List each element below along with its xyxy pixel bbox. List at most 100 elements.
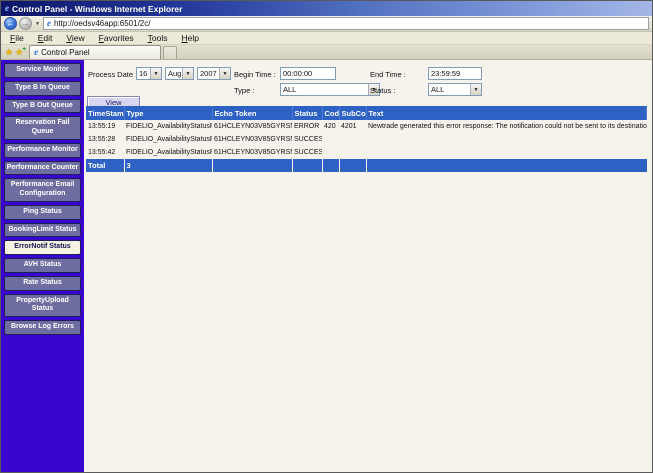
cell-echo-token: 61HCLEYN03V85GYRSNOS	[212, 120, 292, 133]
menu-bar: File Edit View Favorites Tools Help	[1, 32, 652, 45]
window-title: Control Panel - Windows Internet Explore…	[12, 4, 182, 14]
menu-view[interactable]: View	[59, 33, 91, 43]
day-select[interactable]: 16 ▼	[136, 67, 162, 80]
errornotif-table: TimeStamp Type Echo Token Status Code Su…	[86, 106, 647, 172]
sidebar-item-ping-status[interactable]: Ping Status	[4, 205, 81, 220]
begin-time-label: Begin Time :	[234, 70, 276, 79]
cell-status: SUCCESS	[292, 133, 322, 146]
cell-type: FIDELIO_AvailabilityStatusRQ	[124, 146, 212, 159]
sidebar-item-avh-status[interactable]: AVH Status	[4, 258, 81, 273]
total-value: 3	[124, 159, 212, 172]
status-select[interactable]: ALL ▼	[428, 83, 482, 96]
col-code: Code	[322, 106, 339, 120]
tab-bar: ★ ★+ e Control Panel	[1, 45, 652, 60]
address-bar: ← → ▼ e http://oedsv46app:6501/2c/	[1, 16, 652, 32]
month-value: Aug	[166, 69, 182, 78]
cell-status: ERROR	[292, 120, 322, 133]
menu-favorites[interactable]: Favorites	[92, 33, 141, 43]
page-icon: e	[47, 19, 51, 28]
tab-label: Control Panel	[41, 48, 89, 57]
cell-code	[322, 133, 339, 146]
table-row: 13:55:42 FIDELIO_AvailabilityStatusRQ 61…	[86, 146, 647, 159]
address-input[interactable]: e http://oedsv46app:6501/2c/	[43, 17, 649, 30]
favorites-star-icon[interactable]: ★	[5, 48, 13, 57]
table-total-row: Total 3	[86, 159, 647, 172]
forward-icon[interactable]: →	[19, 17, 32, 30]
table-row: 13:55:28 FIDELIO_AvailabilityStatusRQ 61…	[86, 133, 647, 146]
table-header-row: TimeStamp Type Echo Token Status Code Su…	[86, 106, 647, 120]
tab-page-icon: e	[34, 48, 38, 57]
year-value: 2007	[198, 69, 219, 78]
sidebar-item-service-monitor[interactable]: Service Monitor	[4, 63, 81, 78]
col-echo-token: Echo Token	[212, 106, 292, 120]
status-value: ALL	[429, 85, 470, 94]
cell-status: SUCCESS	[292, 146, 322, 159]
cell-type: FIDELIO_AvailabilityStatusRQ	[124, 120, 212, 133]
cell-code: 420	[322, 120, 339, 133]
col-timestamp: TimeStamp	[86, 106, 124, 120]
cell-subcode: 4201	[339, 120, 366, 133]
tab-control-panel[interactable]: e Control Panel	[29, 45, 161, 59]
back-icon[interactable]: ←	[4, 17, 17, 30]
chevron-down-icon: ▼	[182, 68, 193, 79]
col-status: Status	[292, 106, 322, 120]
col-type: Type	[124, 106, 212, 120]
cell-text: Newtrade generated this error response: …	[366, 120, 647, 133]
sidebar-item-errornotif-status[interactable]: ErrorNotif Status	[4, 240, 81, 255]
new-tab-button[interactable]	[163, 46, 177, 59]
main-panel: Process Date : 16 ▼ Aug ▼ 2007 ▼ Begin T…	[84, 60, 652, 472]
sidebar-item-performance-monitor[interactable]: Performance Monitor	[4, 143, 81, 158]
begin-time-input[interactable]	[280, 67, 336, 80]
cell-echo-token: 61HCLEYN03V85GYRSNOS	[212, 146, 292, 159]
cell-code	[322, 146, 339, 159]
add-favorite-icon[interactable]: ★+	[15, 48, 23, 57]
chevron-down-icon: ▼	[470, 84, 481, 95]
end-time-label: End Time :	[370, 70, 406, 79]
sidebar-item-propertyupload-status[interactable]: PropertyUpload Status	[4, 294, 81, 318]
menu-file[interactable]: File	[3, 33, 31, 43]
url-text: http://oedsv46app:6501/2c/	[54, 19, 151, 28]
sidebar-item-bookinglimit-status[interactable]: BookingLimit Status	[4, 223, 81, 238]
total-empty-cell	[366, 159, 647, 172]
sidebar-item-type-b-in-queue[interactable]: Type B In Queue	[4, 81, 81, 96]
process-date-label: Process Date :	[88, 70, 137, 79]
total-empty-cell	[339, 159, 366, 172]
sidebar-item-browse-log-errors[interactable]: Browse Log Errors	[4, 320, 81, 335]
sidebar-item-performance-email-configuration[interactable]: Performance Email Configuration	[4, 178, 81, 202]
sidebar-item-type-b-out-queue[interactable]: Type B Out Queue	[4, 99, 81, 114]
type-label: Type :	[234, 86, 254, 95]
table-row: 13:55:19 FIDELIO_AvailabilityStatusRQ 61…	[86, 120, 647, 133]
cell-type: FIDELIO_AvailabilityStatusRQ	[124, 133, 212, 146]
sidebar-item-reservation-fail-queue[interactable]: Reservation Fail Queue	[4, 116, 81, 140]
sidebar-item-rate-status[interactable]: Rate Status	[4, 276, 81, 291]
col-subcode: SubCode	[339, 106, 366, 120]
title-bar: e Control Panel - Windows Internet Explo…	[1, 1, 652, 16]
col-text: Text	[366, 106, 647, 120]
history-dropdown-icon[interactable]: ▼	[34, 21, 41, 27]
cell-echo-token: 61HCLEYN03V85GYRSNOS	[212, 133, 292, 146]
type-value: ALL	[281, 85, 368, 94]
content-area: Service Monitor Type B In Queue Type B O…	[1, 60, 652, 472]
cell-text	[366, 146, 647, 159]
menu-help[interactable]: Help	[174, 33, 205, 43]
sidebar-item-performance-counter[interactable]: Performance Counter	[4, 161, 81, 176]
sidebar: Service Monitor Type B In Queue Type B O…	[1, 60, 84, 472]
year-select[interactable]: 2007 ▼	[197, 67, 231, 80]
chevron-down-icon: ▼	[150, 68, 161, 79]
cell-subcode	[339, 146, 366, 159]
end-time-input[interactable]	[428, 67, 482, 80]
day-value: 16	[137, 69, 150, 78]
status-label: Status :	[370, 86, 395, 95]
menu-edit[interactable]: Edit	[31, 33, 60, 43]
cell-timestamp: 13:55:28	[86, 133, 124, 146]
total-empty-cell	[292, 159, 322, 172]
type-select[interactable]: ALL ▼	[280, 83, 380, 96]
total-empty-cell	[322, 159, 339, 172]
plus-glyph: +	[22, 46, 26, 53]
total-label: Total	[86, 159, 124, 172]
month-select[interactable]: Aug ▼	[165, 67, 194, 80]
chevron-down-icon: ▼	[219, 68, 230, 79]
menu-tools[interactable]: Tools	[141, 33, 175, 43]
cell-timestamp: 13:55:42	[86, 146, 124, 159]
ie-icon: e	[5, 4, 9, 13]
